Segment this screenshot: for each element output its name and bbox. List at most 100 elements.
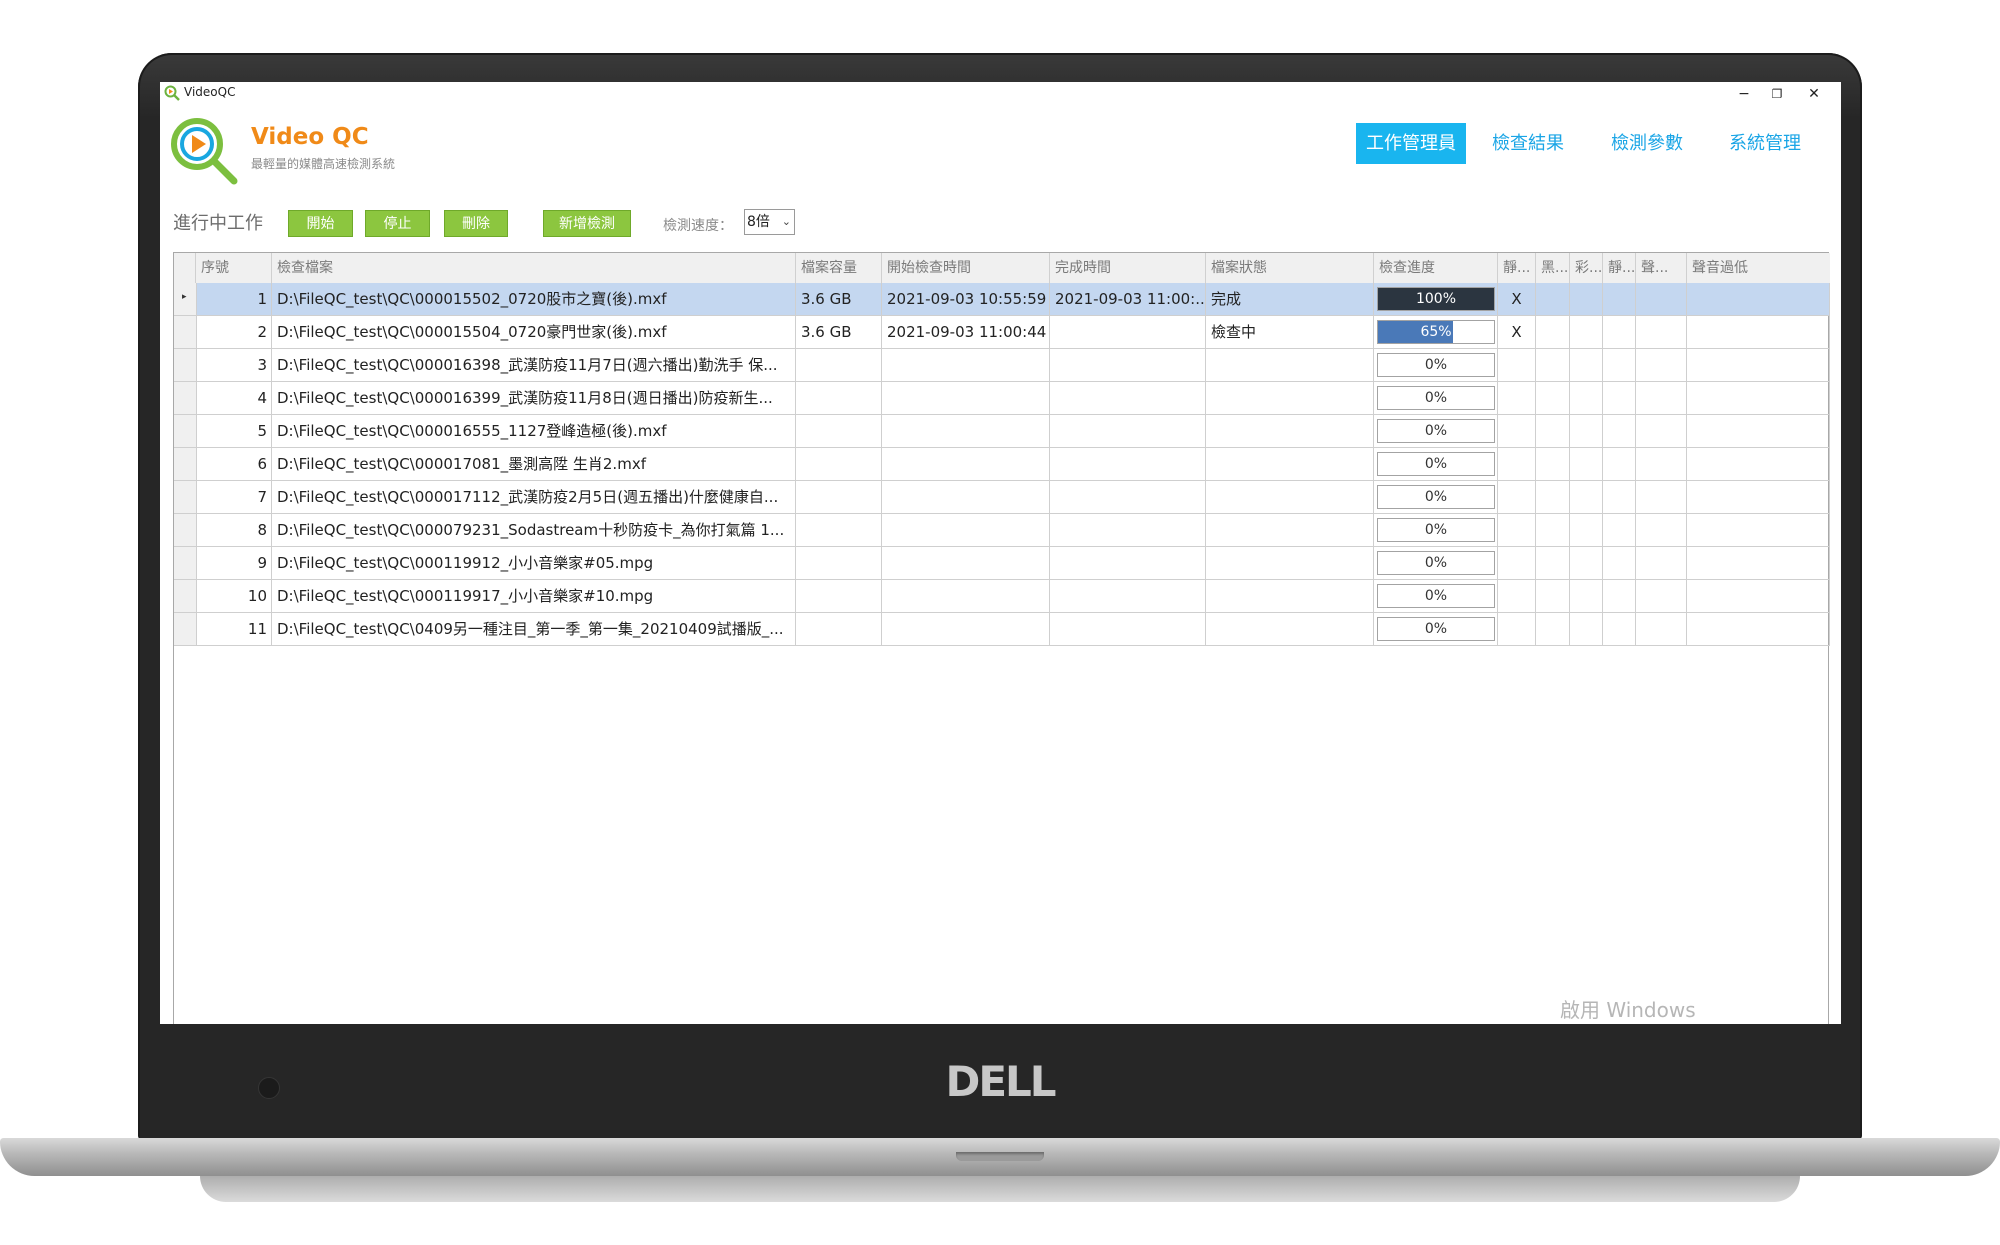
empty-cell: [1536, 580, 1570, 612]
empty-cell: [1687, 547, 1830, 579]
add-check-button[interactable]: 新增檢測: [543, 210, 631, 237]
tab-check-results[interactable]: 檢查結果: [1478, 123, 1578, 164]
end-time: [1050, 382, 1206, 414]
table-row[interactable]: 8 D:\FileQC_test\QC\000079231_Sodastream十…: [174, 514, 1830, 547]
file-size: [796, 349, 882, 381]
column-header-size[interactable]: 檔案容量: [796, 253, 882, 283]
empty-cell: [1570, 613, 1603, 645]
file-size: [796, 613, 882, 645]
file-size: 3.6 GB: [796, 283, 882, 315]
table-row[interactable]: 5 D:\FileQC_test\QC\000016555_1127登峰造極(後)…: [174, 415, 1830, 448]
column-header-status[interactable]: 檔案狀態: [1206, 253, 1374, 283]
row-header[interactable]: [174, 316, 197, 348]
row-pointer-icon: ▸: [182, 292, 187, 302]
row-number: 5: [196, 415, 272, 447]
table-row[interactable]: 6 D:\FileQC_test\QC\000017081_墨測高陞 生肖2.mx…: [174, 448, 1830, 481]
empty-cell: [1536, 448, 1570, 480]
app-icon: [164, 85, 180, 101]
file-status: [1206, 613, 1374, 645]
row-header[interactable]: [174, 580, 197, 612]
table-row[interactable]: 11 D:\FileQC_test\QC\0409另一種注目_第一季_第一集_20…: [174, 613, 1830, 646]
end-time: [1050, 613, 1206, 645]
file-size: [796, 580, 882, 612]
file-path: D:\FileQC_test\QC\000015504_0720豪門世家(後).…: [272, 316, 796, 348]
table-row[interactable]: 4 D:\FileQC_test\QC\000016399_武漢防疫11月8日(週…: [174, 382, 1830, 415]
column-header-progress[interactable]: 檢查進度: [1374, 253, 1498, 283]
progress-bar: 0%: [1377, 386, 1495, 410]
row-header[interactable]: [174, 514, 197, 546]
start-time: [882, 514, 1050, 546]
start-button[interactable]: 開始: [288, 210, 353, 237]
table-header: 序號 ▲ 檢查檔案 檔案容量 開始檢查時間 完成時間 檔案狀態 檢查進度 靜..…: [174, 253, 1830, 284]
restore-button[interactable]: ❐: [1757, 82, 1797, 106]
row-header[interactable]: [174, 415, 197, 447]
empty-cell: [1570, 283, 1603, 315]
empty-cell: [1570, 580, 1603, 612]
progress-bar: 0%: [1377, 617, 1495, 641]
row-header[interactable]: [174, 613, 197, 645]
empty-cell: [1687, 514, 1830, 546]
empty-cell: [1687, 349, 1830, 381]
row-header[interactable]: [174, 448, 197, 480]
start-time: [882, 481, 1050, 513]
check-result: [1498, 448, 1536, 480]
speed-select[interactable]: 8倍 ⌄: [744, 209, 795, 235]
stop-button[interactable]: 停止: [365, 210, 430, 237]
table-row[interactable]: ▸ 1 D:\FileQC_test\QC\000015502_0720股市之寶(後…: [174, 283, 1830, 316]
check-result: [1498, 349, 1536, 381]
close-button[interactable]: ✕: [1794, 82, 1834, 106]
start-time: [882, 580, 1050, 612]
column-header-start-time[interactable]: 開始檢查時間: [882, 253, 1050, 283]
table-row[interactable]: 9 D:\FileQC_test\QC\000119912_小小音樂家#05.mp…: [174, 547, 1830, 580]
empty-cell: [1603, 316, 1636, 348]
column-header-no[interactable]: 序號 ▲: [196, 253, 272, 283]
column-header-check-4[interactable]: 靜...: [1603, 253, 1636, 283]
empty-cell: [1636, 547, 1687, 579]
progress-text: 0%: [1424, 489, 1448, 505]
progress-text: 0%: [1424, 456, 1448, 472]
progress-bar: 0%: [1377, 584, 1495, 608]
empty-cell: [1536, 547, 1570, 579]
tab-check-parameters[interactable]: 檢測參數: [1592, 123, 1702, 164]
empty-cell: [1603, 580, 1636, 612]
row-header[interactable]: ▸: [174, 283, 197, 315]
column-header-low-audio[interactable]: 聲音過低: [1687, 253, 1830, 283]
table-row[interactable]: 10 D:\FileQC_test\QC\000119917_小小音樂家#10.m…: [174, 580, 1830, 613]
column-header-file[interactable]: 檢查檔案: [272, 253, 796, 283]
progress-bar: 65%: [1377, 320, 1495, 344]
empty-cell: [1636, 514, 1687, 546]
file-status: [1206, 349, 1374, 381]
progress-cell: 0%: [1374, 448, 1498, 480]
start-time: [882, 349, 1050, 381]
tab-task-manager[interactable]: 工作管理員: [1356, 123, 1466, 164]
file-status: 檢查中: [1206, 316, 1374, 348]
row-header[interactable]: [174, 349, 197, 381]
row-header[interactable]: [174, 481, 197, 513]
column-header-end-time[interactable]: 完成時間: [1050, 253, 1206, 283]
row-header[interactable]: [174, 547, 197, 579]
column-header-check-5[interactable]: 聲...: [1636, 253, 1687, 283]
table-row[interactable]: 2 D:\FileQC_test\QC\000015504_0720豪門世家(後)…: [174, 316, 1830, 349]
empty-cell: [1636, 580, 1687, 612]
empty-cell: [1536, 349, 1570, 381]
column-header-check-1[interactable]: 靜...: [1498, 253, 1536, 283]
screen: VideoQC − ❐ ✕ Video QC 最輕量的媒體高速檢測系統 工作管理…: [160, 82, 1841, 1024]
column-header-check-3[interactable]: 彩...: [1570, 253, 1603, 283]
empty-cell: [1636, 448, 1687, 480]
row-number: 4: [196, 382, 272, 414]
progress-bar: 0%: [1377, 518, 1495, 542]
table-row[interactable]: 7 D:\FileQC_test\QC\000017112_武漢防疫2月5日(週五…: [174, 481, 1830, 514]
progress-text: 100%: [1415, 291, 1457, 307]
progress-bar: 100%: [1377, 287, 1495, 311]
progress-cell: 0%: [1374, 382, 1498, 414]
table-row[interactable]: 3 D:\FileQC_test\QC\000016398_武漢防疫11月7日(週…: [174, 349, 1830, 382]
file-size: [796, 448, 882, 480]
check-result: [1498, 580, 1536, 612]
delete-button[interactable]: 刪除: [444, 210, 508, 237]
column-header-check-2[interactable]: 黑...: [1536, 253, 1570, 283]
check-result: X: [1498, 283, 1536, 315]
file-status: [1206, 547, 1374, 579]
start-time: [882, 415, 1050, 447]
tab-system-admin[interactable]: 系統管理: [1710, 123, 1820, 164]
row-header[interactable]: [174, 382, 197, 414]
